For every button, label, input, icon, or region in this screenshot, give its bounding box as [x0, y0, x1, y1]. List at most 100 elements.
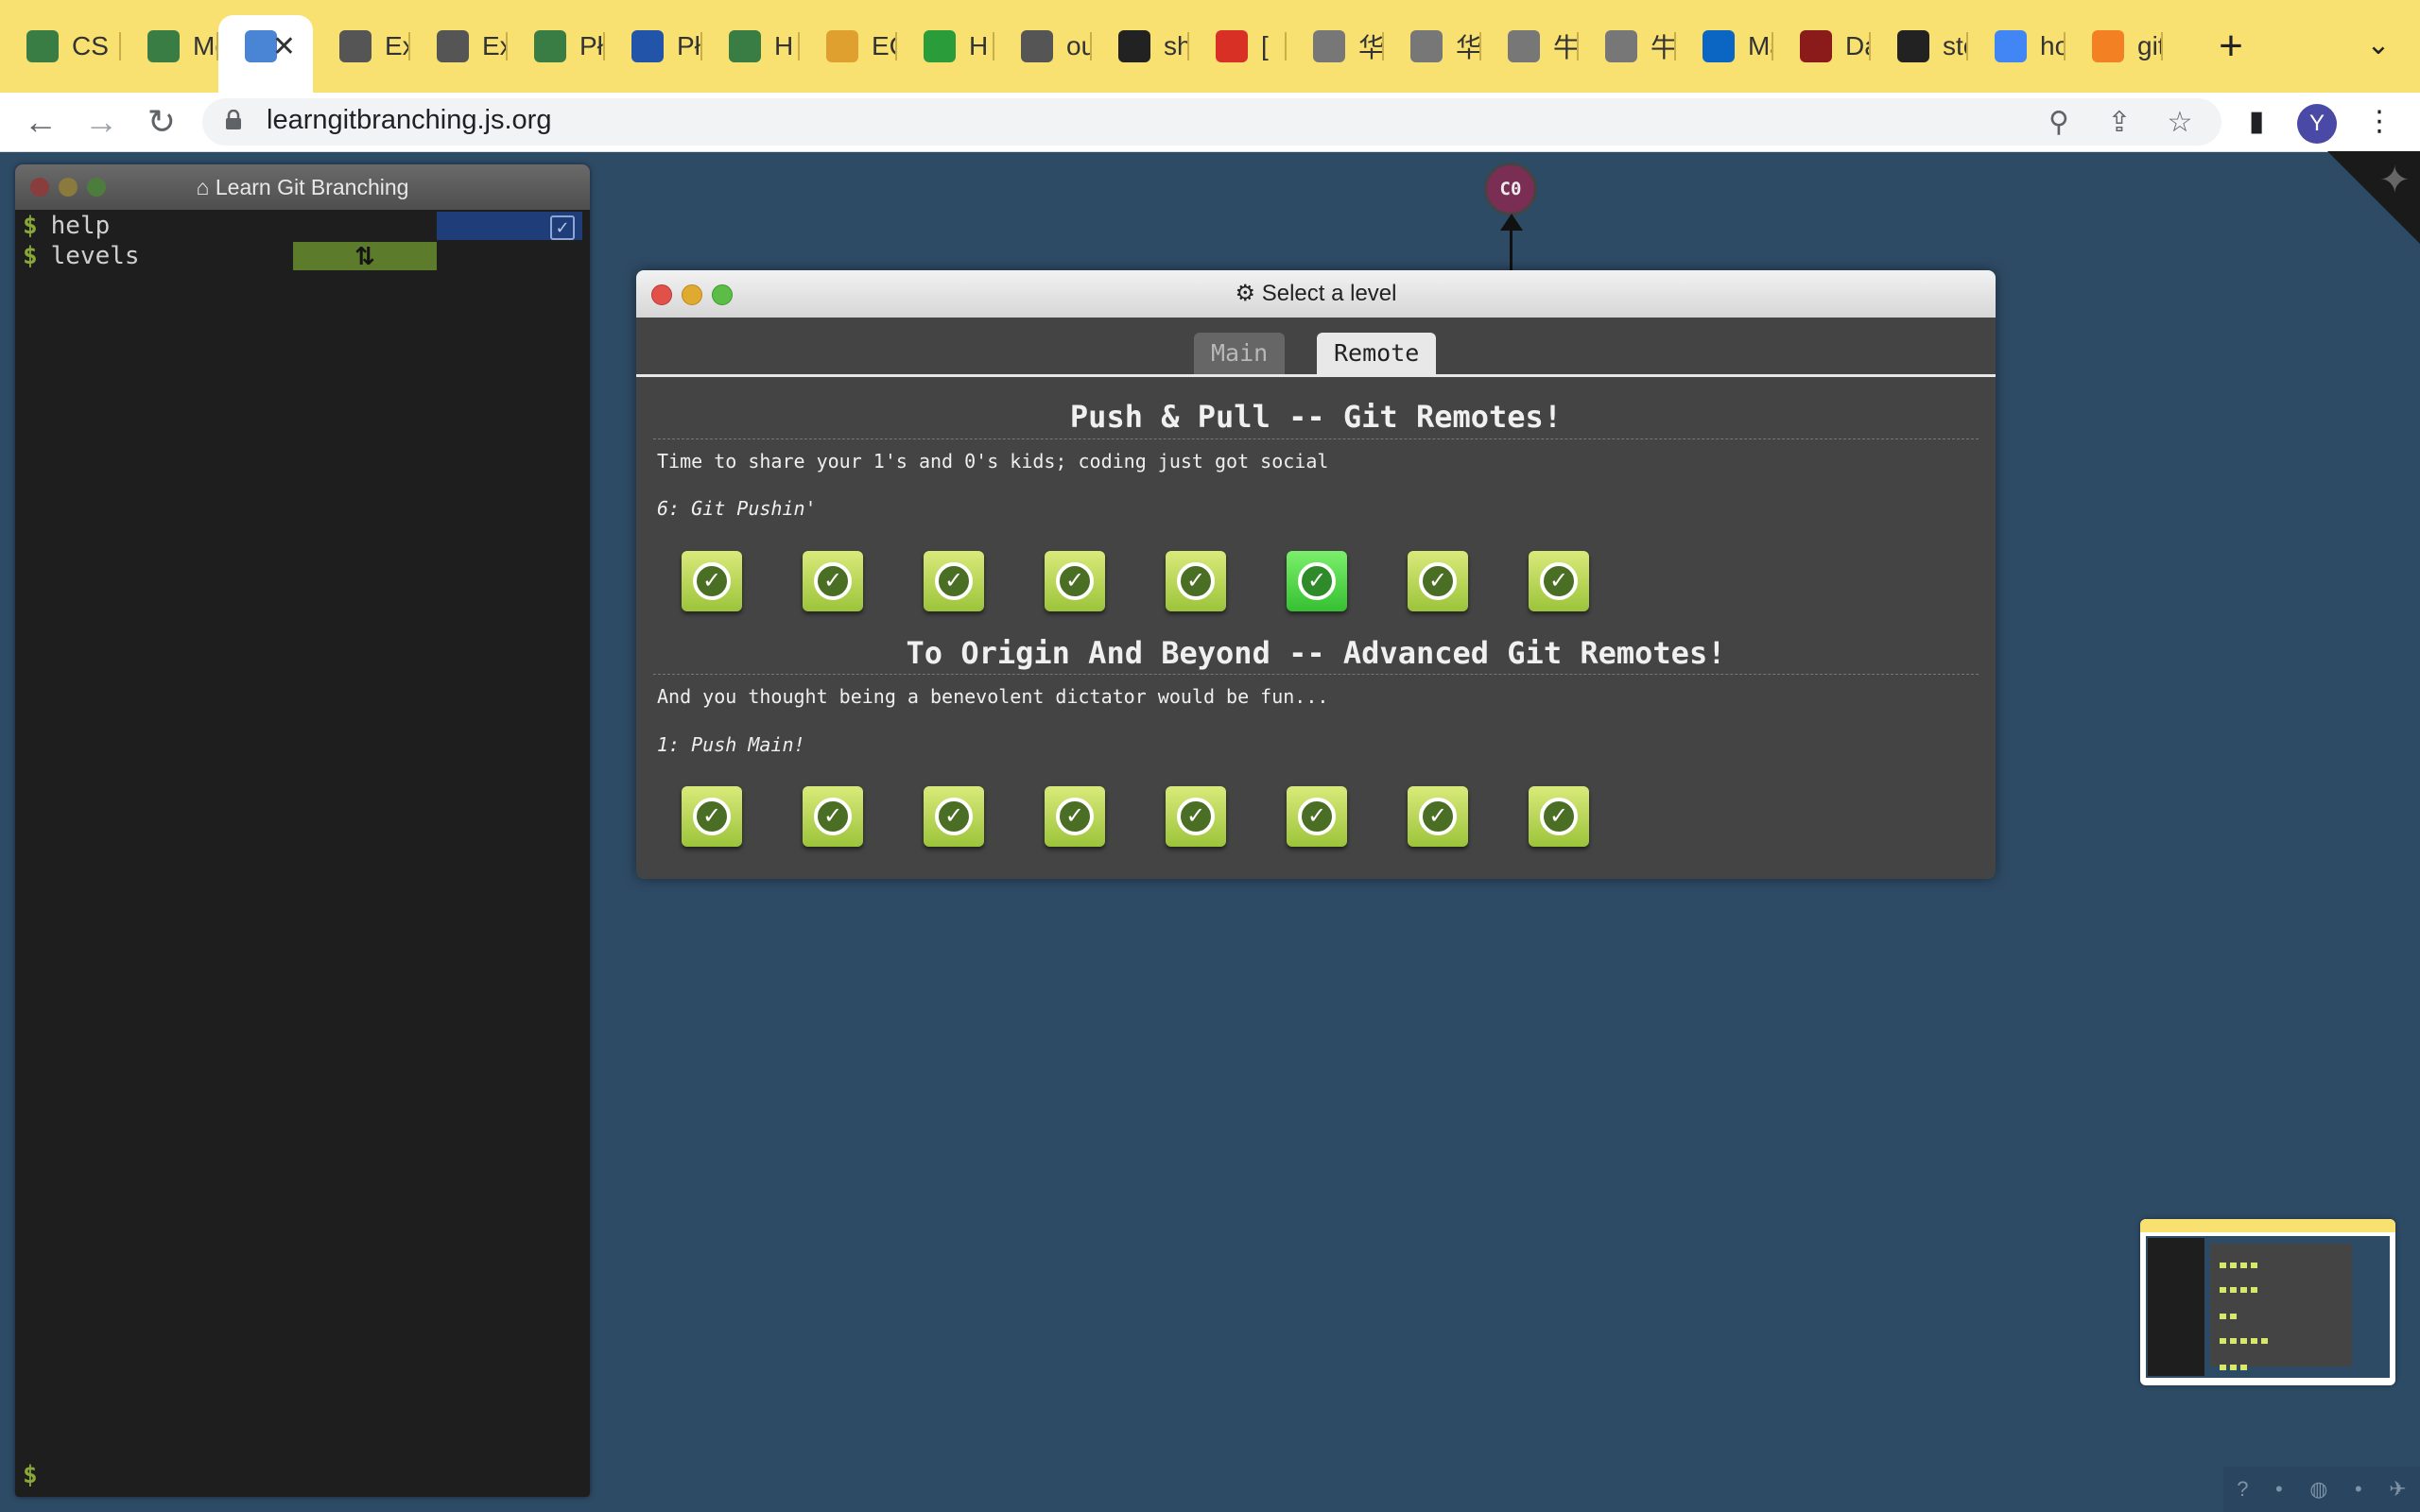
level-button[interactable]: ✓ — [1529, 786, 1589, 847]
browser-tab[interactable]: Mc — [121, 15, 218, 77]
checkmark-icon: ✓ — [1540, 562, 1578, 600]
maximize-dot-icon[interactable] — [87, 178, 106, 197]
browser-tab[interactable]: 华 — [1287, 15, 1384, 77]
menu-kebab-icon[interactable]: ⋮ — [2360, 102, 2399, 142]
zoom-icon[interactable]: ⚲ — [2040, 104, 2078, 142]
dialog-titlebar: ⚙ Select a level — [636, 270, 1996, 318]
tab-title: Pł — [677, 31, 700, 60]
minimize-dot-icon[interactable] — [59, 178, 78, 197]
level-button[interactable]: ✓ — [803, 551, 863, 611]
browser-tab[interactable]: stc — [1871, 15, 1968, 77]
terminal-line[interactable]: $ levels — [23, 242, 140, 270]
minimap-tabbar — [2140, 1219, 2395, 1232]
level-button[interactable]: ✓ — [1287, 786, 1347, 847]
profile-avatar[interactable]: Y — [2297, 104, 2337, 144]
help-icon[interactable]: ? — [2237, 1477, 2248, 1502]
current-level-label: 1: Push Main! — [657, 733, 805, 756]
level-button[interactable]: ✓ — [1287, 551, 1347, 611]
level-button[interactable]: ✓ — [1045, 551, 1105, 611]
tab-title: Mε — [1748, 31, 1773, 60]
tab-title: Ex — [482, 31, 508, 60]
home-icon: ⌂ — [196, 175, 216, 199]
minimap-level-square — [2261, 1338, 2268, 1344]
level-button[interactable]: ✓ — [924, 786, 984, 847]
commit-node[interactable]: C0 — [1484, 163, 1537, 215]
browser-tab[interactable]: [ — [1189, 15, 1287, 77]
section-title: Push & Pull -- Git Remotes! — [1069, 399, 1563, 435]
browser-tab[interactable]: H — [702, 15, 800, 77]
google-icon — [1995, 30, 2027, 62]
url-text: learngitbranching.js.org — [267, 105, 552, 135]
tab-search-icon[interactable]: ⌄ — [2360, 28, 2397, 66]
level-button[interactable]: ✓ — [682, 786, 742, 847]
level-tabs: Main Remote — [636, 333, 1996, 374]
visualization-minimap[interactable] — [2140, 1219, 2395, 1385]
browser-tab[interactable]: ou — [994, 15, 1092, 77]
minimap-level-square — [2240, 1287, 2247, 1293]
level-button[interactable]: ✓ — [1045, 786, 1105, 847]
browser-tab[interactable]: ho — [1968, 15, 2066, 77]
level-button[interactable]: ✓ — [803, 786, 863, 847]
back-arrow-icon[interactable]: ← — [19, 100, 62, 144]
browser-tab[interactable]: Ex — [313, 15, 410, 77]
browser-tab[interactable]: 牛 — [1579, 15, 1676, 77]
reload-icon[interactable]: ↻ — [140, 100, 183, 144]
level-button[interactable]: ✓ — [1166, 551, 1226, 611]
github-octocat-icon[interactable]: ✦ — [2378, 159, 2411, 202]
twitter-icon[interactable]: ✈ — [2389, 1477, 2406, 1502]
browser-tab[interactable]: Da — [1773, 15, 1871, 77]
tab-title: 牛 — [1553, 33, 1579, 62]
checkbox-icon[interactable]: ✓ — [550, 215, 575, 240]
browser-tab[interactable]: Ex — [410, 15, 508, 77]
u-icon — [631, 30, 664, 62]
browser-tab[interactable]: Pł — [605, 15, 702, 77]
minimize-dot-icon[interactable] — [682, 284, 702, 305]
terminal-prompt[interactable]: $ — [23, 1461, 51, 1489]
browser-tab[interactable]: Mε — [1676, 15, 1773, 77]
browser-tab[interactable]: EC — [800, 15, 897, 77]
share-icon[interactable]: ⇪ — [2100, 104, 2138, 142]
tab-title: [ — [1261, 31, 1269, 60]
browser-tab[interactable]: ✕ — [218, 15, 313, 93]
side-panel-icon[interactable]: ▮ — [2237, 102, 2276, 142]
tab-title: Pł — [579, 31, 603, 60]
browser-tab[interactable]: 牛 — [1481, 15, 1579, 77]
stackoverflow-icon — [2092, 30, 2124, 62]
page-icon — [1508, 30, 1540, 62]
minimap-level-square — [2230, 1365, 2237, 1370]
globe-icon[interactable]: ◍ — [2309, 1477, 2327, 1502]
close-tab-icon[interactable]: ✕ — [272, 30, 296, 63]
level-button[interactable]: ✓ — [682, 551, 742, 611]
browser-tab[interactable]: 华 — [1384, 15, 1481, 77]
tab-title: Mc — [193, 31, 218, 60]
level-button[interactable]: ✓ — [1166, 786, 1226, 847]
level-button[interactable]: ✓ — [924, 551, 984, 611]
browser-tab[interactable]: CS — [0, 15, 121, 77]
level-button[interactable]: ✓ — [1408, 786, 1468, 847]
bookmark-star-icon[interactable]: ☆ — [2161, 104, 2199, 142]
tab-remote[interactable]: Remote — [1317, 333, 1437, 374]
browser-tab[interactable]: H — [897, 15, 994, 77]
forward-arrow-icon[interactable]: → — [79, 100, 123, 144]
tab-title: ho — [2040, 31, 2066, 60]
checkmark-icon: ✓ — [814, 562, 852, 600]
close-dot-icon[interactable] — [30, 178, 49, 197]
new-tab-button[interactable]: + — [2212, 25, 2250, 68]
browser-tab[interactable]: git — [2066, 15, 2163, 77]
browser-toolbar: ← → ↻ learngitbranching.js.org ⚲ ⇪ ☆ ▮ Y… — [0, 93, 2420, 152]
level-button[interactable]: ✓ — [1408, 551, 1468, 611]
terminal-line[interactable]: $ help — [23, 212, 110, 240]
commit-edge — [1510, 225, 1512, 270]
tab-title: Da — [1845, 31, 1871, 60]
tab-title: 华 — [1358, 33, 1384, 62]
tab-main[interactable]: Main — [1194, 333, 1286, 374]
checkmark-icon: ✓ — [1419, 562, 1457, 600]
levels-toggle-icon[interactable]: ⇅ — [293, 242, 437, 270]
maximize-dot-icon[interactable] — [712, 284, 733, 305]
browser-tab[interactable]: sh — [1092, 15, 1189, 77]
minimap-level-square — [2220, 1365, 2226, 1370]
level-button[interactable]: ✓ — [1529, 551, 1589, 611]
close-dot-icon[interactable] — [651, 284, 672, 305]
browser-tab[interactable]: Pł — [508, 15, 605, 77]
address-bar[interactable]: learngitbranching.js.org ⚲ ⇪ ☆ — [202, 98, 2221, 146]
